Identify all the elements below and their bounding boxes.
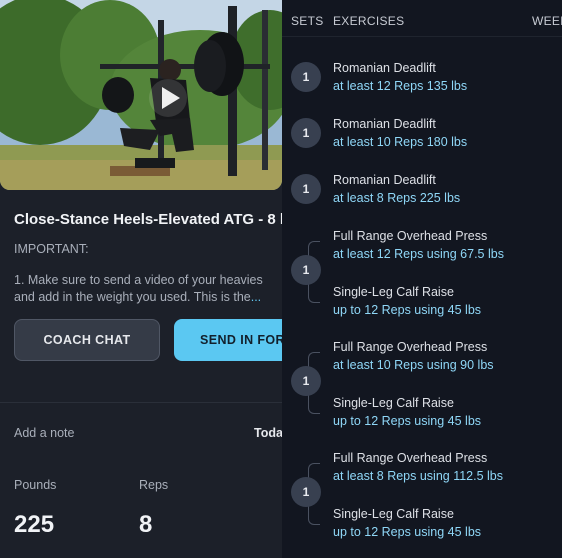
- exercise-name: Single-Leg Calf Raise: [333, 396, 454, 410]
- exercise-detail: up to 12 Reps using 45 lbs: [333, 525, 482, 539]
- exercise-detail: at least 8 Reps using 112.5 lbs: [333, 469, 504, 483]
- exercise-item[interactable]: Full Range Overhead Press at least 12 Re…: [333, 228, 504, 262]
- send-in-form-button[interactable]: SEND IN FOR: [174, 319, 282, 361]
- sets-badge[interactable]: 1: [291, 62, 321, 92]
- add-note-field[interactable]: Add a note: [14, 426, 74, 440]
- description-line-2: and add in the weight you used. This is …: [14, 290, 262, 304]
- coach-chat-button[interactable]: COACH CHAT: [14, 319, 160, 361]
- reps-input[interactable]: 8: [139, 511, 152, 539]
- exercise-detail: up to 12 Reps using 45 lbs: [333, 414, 482, 428]
- play-icon[interactable]: [148, 78, 188, 118]
- exercise-item[interactable]: Romanian Deadlift at least 12 Reps 135 l…: [333, 60, 467, 94]
- sets-badge[interactable]: 1: [291, 366, 321, 396]
- column-header-week: WEEK: [532, 14, 562, 28]
- sets-badge[interactable]: 1: [291, 174, 321, 204]
- sets-badge[interactable]: 1: [291, 118, 321, 148]
- exercise-item[interactable]: Full Range Overhead Press at least 10 Re…: [333, 339, 494, 373]
- exercise-name: Romanian Deadlift: [333, 173, 436, 187]
- exercise-item[interactable]: Single-Leg Calf Raise up to 12 Reps usin…: [333, 506, 481, 540]
- column-header-sets: SETS: [291, 14, 324, 28]
- exercise-item[interactable]: Single-Leg Calf Raise up to 12 Reps usin…: [333, 284, 481, 318]
- exercise-description[interactable]: 1. Make sure to send a video of your hea…: [14, 272, 282, 306]
- exercise-detail: at least 12 Reps 135 lbs: [333, 79, 468, 93]
- exercise-name: Single-Leg Calf Raise: [333, 285, 454, 299]
- exercise-detail: up to 12 Reps using 45 lbs: [333, 303, 482, 317]
- exercise-detail: at least 12 Reps using 67.5 lbs: [333, 247, 504, 261]
- exercise-title: Close-Stance Heels-Elevated ATG - 8 l: [14, 211, 282, 228]
- date-selector[interactable]: Toda: [254, 426, 282, 440]
- exercise-name: Single-Leg Calf Raise: [333, 507, 454, 521]
- program-table-panel: SETS EXERCISES WEEK 1 Romanian Deadlift …: [282, 0, 562, 558]
- exercise-item[interactable]: Single-Leg Calf Raise up to 12 Reps usin…: [333, 395, 481, 429]
- exercise-name: Full Range Overhead Press: [333, 340, 488, 354]
- video-thumbnail: [0, 0, 282, 190]
- exercise-item[interactable]: Full Range Overhead Press at least 8 Rep…: [333, 450, 503, 484]
- exercise-group: 1 Romanian Deadlift at least 10 Reps 180…: [282, 112, 562, 154]
- superset-group: 1 Full Range Overhead Press at least 10 …: [282, 335, 562, 431]
- workout-detail-panel: Close-Stance Heels-Elevated ATG - 8 l IM…: [0, 0, 282, 558]
- read-more-indicator: ...: [250, 290, 262, 304]
- divider: [0, 402, 282, 403]
- column-header-exercises: EXERCISES: [333, 14, 405, 28]
- exercise-video[interactable]: [0, 0, 282, 190]
- exercise-detail: at least 8 Reps 225 lbs: [333, 191, 461, 205]
- exercise-name: Full Range Overhead Press: [333, 229, 488, 243]
- exercise-group: 1 Romanian Deadlift at least 12 Reps 135…: [282, 56, 562, 98]
- exercise-detail: at least 10 Reps 180 lbs: [333, 135, 468, 149]
- sets-badge[interactable]: 1: [291, 255, 321, 285]
- exercise-group: 1 Romanian Deadlift at least 8 Reps 225 …: [282, 168, 562, 210]
- sets-badge[interactable]: 1: [291, 477, 321, 507]
- important-label: IMPORTANT:: [14, 242, 89, 256]
- superset-group: 1 Full Range Overhead Press at least 12 …: [282, 224, 562, 320]
- exercise-detail: at least 10 Reps using 90 lbs: [333, 358, 494, 372]
- exercise-item[interactable]: Romanian Deadlift at least 10 Reps 180 l…: [333, 116, 467, 150]
- pounds-label: Pounds: [14, 478, 57, 492]
- reps-label: Reps: [139, 478, 169, 492]
- header-divider: [282, 36, 562, 37]
- description-line-1: 1. Make sure to send a video of your hea…: [14, 273, 263, 287]
- exercise-item[interactable]: Romanian Deadlift at least 8 Reps 225 lb…: [333, 172, 460, 206]
- exercise-name: Romanian Deadlift: [333, 117, 436, 131]
- exercise-name: Full Range Overhead Press: [333, 451, 488, 465]
- superset-group: 1 Full Range Overhead Press at least 8 R…: [282, 446, 562, 542]
- exercise-name: Romanian Deadlift: [333, 61, 436, 75]
- pounds-input[interactable]: 225: [14, 511, 54, 539]
